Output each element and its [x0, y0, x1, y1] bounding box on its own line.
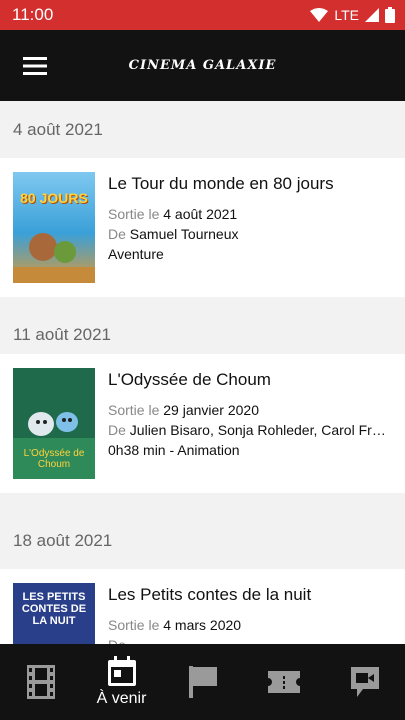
release-label: Sortie le — [108, 617, 160, 633]
ticket-icon — [267, 671, 300, 693]
release-line: Sortie le 4 août 2021 — [108, 204, 393, 224]
release-date: 4 août 2021 — [163, 206, 238, 222]
movie-poster: 80 JOURS — [13, 172, 95, 283]
director-label: De — [108, 226, 126, 242]
movie-info: Le Tour du monde en 80 jours Sortie le 4… — [108, 172, 393, 283]
director-line: De Samuel Tourneux — [108, 224, 393, 244]
status-icons: LTE — [310, 7, 395, 23]
movie-extra: 0h38 min - Animation — [108, 442, 240, 458]
release-label: Sortie le — [108, 206, 160, 222]
date-header: 18 août 2021 — [0, 512, 405, 569]
release-line: Sortie le 4 mars 2020 — [108, 615, 393, 635]
network-label: LTE — [334, 7, 359, 23]
nav-item-messages[interactable] — [324, 644, 405, 720]
signal-icon — [365, 8, 379, 22]
movie-list[interactable]: 4 août 2021 80 JOURS Le Tour du monde en… — [0, 101, 405, 644]
flag-icon — [188, 666, 217, 698]
section-gap — [0, 297, 405, 316]
movie-poster: L'Odyssée de Choum — [13, 368, 95, 479]
status-bar: 11:00 LTE — [0, 0, 405, 30]
poster-title: 80 JOURS — [20, 190, 88, 206]
nav-label-upcoming: À venir — [96, 690, 147, 707]
movie-card[interactable]: L'Odyssée de Choum L'Odyssée de Choum So… — [0, 354, 405, 493]
film-icon — [26, 665, 55, 699]
directors: Samuel Tourneux — [129, 226, 239, 242]
nav-item-films[interactable] — [0, 644, 81, 720]
director-line: De Julien Bisaro, Sonja Rohleder, Carol … — [108, 420, 393, 440]
movie-poster: LES PETITS CONTES DE LA NUIT — [13, 583, 95, 644]
director-label: De — [108, 637, 126, 644]
menu-button[interactable] — [0, 30, 70, 101]
release-date: 4 mars 2020 — [163, 617, 242, 633]
director-line: De — [108, 635, 393, 644]
section-gap — [0, 493, 405, 512]
nav-item-tickets[interactable] — [243, 644, 324, 720]
nav-item-events[interactable] — [162, 644, 243, 720]
director-label: De — [108, 422, 126, 438]
hamburger-icon — [23, 56, 47, 75]
status-time: 11:00 — [12, 5, 54, 24]
poster-title: L'Odyssée de Choum — [23, 448, 85, 470]
release-label: Sortie le — [108, 402, 160, 418]
battery-icon — [385, 7, 395, 23]
movie-card[interactable]: 80 JOURS Le Tour du monde en 80 jours So… — [0, 158, 405, 297]
movie-info: Les Petits contes de la nuit Sortie le 4… — [108, 583, 393, 644]
movie-title: Le Tour du monde en 80 jours — [108, 174, 334, 193]
date-header: 4 août 2021 — [0, 101, 405, 158]
app-bar: CINEMA GALAXIE — [0, 30, 405, 101]
release-line: Sortie le 29 janvier 2020 — [108, 400, 393, 420]
wifi-icon — [310, 8, 329, 22]
calendar-icon — [107, 656, 136, 686]
bottom-nav: À venir — [0, 644, 405, 720]
movie-title: L'Odyssée de Choum — [108, 370, 271, 389]
date-header: 11 août 2021 — [0, 316, 405, 354]
directors: Julien Bisaro, Sonja Rohleder, Carol Fre… — [129, 422, 393, 438]
movie-title: Les Petits contes de la nuit — [108, 585, 312, 604]
movie-card[interactable]: LES PETITS CONTES DE LA NUIT Les Petits … — [0, 569, 405, 644]
movie-info: L'Odyssée de Choum Sortie le 29 janvier … — [108, 368, 393, 479]
movie-extra: Aventure — [108, 246, 164, 262]
video-message-icon — [350, 667, 379, 697]
nav-item-upcoming[interactable]: À venir — [81, 644, 162, 720]
poster-title: LES PETITS CONTES DE LA NUIT — [21, 591, 87, 627]
release-date: 29 janvier 2020 — [163, 402, 259, 418]
